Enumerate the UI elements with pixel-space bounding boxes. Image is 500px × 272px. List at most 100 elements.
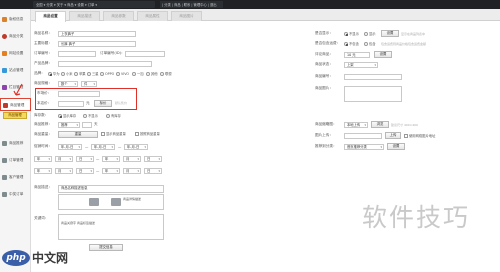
keyword-text: 商品关键字 商品标签描述: [61, 221, 95, 225]
freight-radio[interactable]: [344, 42, 348, 46]
sidebar-item-products[interactable]: 商品管理: [0, 98, 31, 111]
product-form: 商品名称： 上衣裤子 主要标题： 长裤 裤子 订单编号： 订单编号(ID)： 产…: [31, 22, 500, 272]
time-select[interactable]: 年: [102, 156, 120, 162]
sku-input[interactable]: [344, 74, 402, 80]
tab-product-description[interactable]: 商品描述: [69, 11, 100, 21]
watermark-logo: php 中文网: [2, 250, 94, 270]
time-select[interactable]: 日: [76, 168, 94, 174]
tab-product-params[interactable]: 商品参数: [103, 11, 134, 21]
thumb-browse-button[interactable]: 浏览: [371, 121, 389, 128]
sidebar-item-label: 商品推荐: [9, 141, 24, 145]
net-image-checkbox[interactable]: [404, 134, 408, 138]
recommend-category-select[interactable]: 首页推荐分类: [344, 144, 384, 150]
product-name-input[interactable]: 上衣裤子: [58, 31, 136, 37]
stock-radio[interactable]: [58, 114, 62, 118]
sidebar-item-prize-orders[interactable]: 中奖订单: [0, 188, 31, 201]
product-title-input[interactable]: 长裤 裤子: [58, 41, 136, 47]
thumb-hint: 建议尺寸 400×400: [391, 123, 418, 127]
top-links-text[interactable]: | 分类 | 商品 | 联系 | 管理中心 | 退出: [162, 3, 217, 7]
freight-radio[interactable]: [364, 42, 368, 46]
show-option: 不显示: [349, 32, 359, 36]
time-select[interactable]: 月: [55, 168, 73, 174]
tab-product-settings[interactable]: 商品设置: [35, 11, 66, 22]
top-navigation-bar: 全国 ▾ 分类 ▾ 关于 ▾ 商品 ▾ 设置 ▾ 订单 ▾ | 分类 | 商品 …: [0, 0, 500, 9]
shop-price-input[interactable]: [58, 101, 84, 107]
price-label: 市场价：: [37, 91, 52, 95]
sidebar-item-site-settings[interactable]: 网站设置: [0, 47, 31, 60]
stock-radio[interactable]: [106, 114, 110, 118]
unit-select-2[interactable]: 件: [81, 81, 97, 87]
order-id-input[interactable]: [125, 51, 165, 57]
top-links: | 分类 | 商品 | 联系 | 管理中心 | 退出: [160, 1, 223, 8]
brand-input[interactable]: [58, 61, 152, 67]
image-preview[interactable]: [344, 86, 402, 102]
php-logo-icon: php: [2, 250, 30, 266]
image-label: 商品图片：: [315, 86, 333, 90]
tab-product-images[interactable]: 商品图片: [171, 11, 202, 21]
market-price-input[interactable]: [58, 91, 100, 97]
sidebar-item-customers[interactable]: 客户管理: [0, 171, 31, 184]
time-select[interactable]: 日: [144, 156, 162, 162]
prize-icon: [2, 192, 7, 197]
recommend-category-button[interactable]: 设置: [387, 143, 405, 150]
time-select[interactable]: 日: [144, 168, 162, 174]
show-radio[interactable]: [364, 32, 368, 36]
shop-price-label: 本店价：: [37, 101, 52, 105]
review-input[interactable]: 10 元: [344, 52, 370, 58]
time-select[interactable]: 年: [34, 168, 52, 174]
recommend-select[interactable]: 推荐: [58, 122, 80, 128]
sidebar-item-orders[interactable]: 订单管理: [0, 154, 31, 167]
time-select[interactable]: 日: [76, 156, 94, 162]
weight-button[interactable]: 重量: [58, 131, 98, 138]
time-select[interactable]: 年: [102, 168, 120, 174]
time-label: 促销时间：: [34, 144, 52, 148]
upload-path-input[interactable]: [344, 133, 382, 139]
sidebar-item-site-admin[interactable]: 站点管理: [0, 64, 31, 77]
code-label: 订单编号：: [34, 51, 52, 55]
brand-radio[interactable]: [116, 72, 120, 76]
unit-select[interactable]: 数个: [58, 81, 78, 87]
time-select[interactable]: 月: [55, 156, 73, 162]
sidebar-item-label: 版权信息: [9, 17, 24, 21]
review-set-button[interactable]: 设置: [374, 51, 392, 58]
category-icon: [2, 34, 7, 39]
shop-price-hint: 默认售价: [115, 101, 128, 105]
brand-radio[interactable]: [100, 72, 104, 76]
brand-radio[interactable]: [74, 72, 78, 76]
keyword-textarea[interactable]: 商品关键字 商品标签描述: [58, 214, 164, 240]
weight-checkbox[interactable]: [101, 132, 105, 136]
show-label: 是否显示：: [315, 31, 333, 35]
sidebar-item-categories[interactable]: 商品分类: [0, 30, 31, 43]
description-detail-box[interactable]: 商品详情描述: [58, 194, 164, 210]
time-select[interactable]: 月: [123, 168, 141, 174]
status-select[interactable]: 上架: [344, 62, 378, 68]
recommend-days-input[interactable]: [82, 122, 92, 128]
annotation-arrow-icon: [13, 83, 23, 96]
brand-radio[interactable]: [87, 72, 91, 76]
brand-radio[interactable]: [132, 72, 136, 76]
description-text: 商品名称描述信息: [61, 186, 88, 190]
top-menu-text[interactable]: 全国 ▾ 分类 ▾ 关于 ▾ 商品 ▾ 设置 ▾ 订单 ▾: [36, 3, 97, 7]
brand-radio[interactable]: [160, 72, 164, 76]
time-select[interactable]: 年-月-日: [91, 144, 115, 150]
show-radio[interactable]: [344, 32, 348, 36]
tab-product-attributes[interactable]: 商品属性: [137, 11, 168, 21]
brand-radio[interactable]: [48, 72, 52, 76]
time-select[interactable]: 年-月-日: [58, 144, 82, 150]
submit-button[interactable]: 提交信息: [89, 244, 123, 251]
thumb-source-select[interactable]: 本地上传: [344, 122, 368, 128]
sidebar-item-copyright[interactable]: 版权信息: [0, 13, 31, 26]
order-code-input[interactable]: [58, 51, 96, 57]
weight-checkbox-2[interactable]: [135, 132, 139, 136]
time-select[interactable]: 年: [34, 156, 52, 162]
time-select[interactable]: 年-月-日: [124, 144, 148, 150]
time-select[interactable]: 月: [123, 156, 141, 162]
upload-button[interactable]: 上传: [385, 132, 401, 139]
shop-price-button[interactable]: 标价: [94, 100, 112, 107]
sidebar-item-recommend[interactable]: 商品推荐: [0, 137, 31, 150]
brand-radio[interactable]: [61, 72, 65, 76]
stock-radio[interactable]: [83, 114, 87, 118]
description-input[interactable]: 商品名称描述信息: [58, 185, 164, 193]
brand-radio[interactable]: [146, 72, 150, 76]
show-set-button[interactable]: 设置: [381, 30, 399, 37]
